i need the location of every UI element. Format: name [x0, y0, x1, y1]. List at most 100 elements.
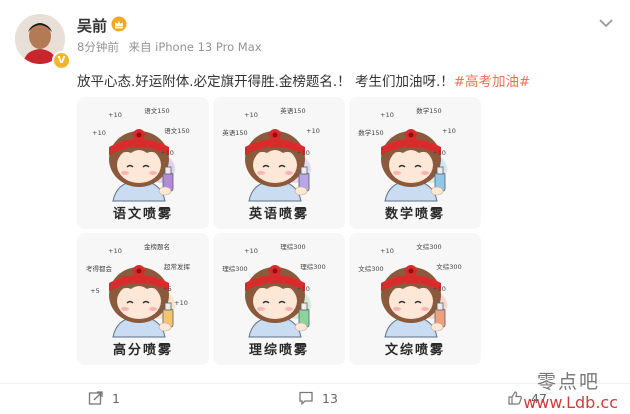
image-tile-chinese[interactable]: +10 语文150 +10 语文150 +10 语文喷雾	[77, 97, 209, 229]
member-crown-icon[interactable]	[111, 16, 127, 32]
note-text: 语文150	[164, 126, 189, 135]
headband-knot-center	[272, 132, 278, 138]
headband-knot-center	[136, 268, 142, 274]
blush	[149, 307, 157, 311]
author-name[interactable]: 吴前	[77, 15, 107, 36]
note-text: +10	[108, 111, 122, 119]
image-label: 文综喷雾	[384, 343, 445, 358]
chevron-down-icon[interactable]	[596, 13, 616, 33]
blush	[285, 171, 293, 175]
note-text: 文综300	[358, 264, 383, 273]
blush	[285, 307, 293, 311]
note-text: 考得都会	[86, 264, 113, 273]
share-button[interactable]: 1	[88, 390, 120, 406]
face	[117, 147, 161, 183]
blush	[421, 307, 429, 311]
image-tile-high-score[interactable]: +10 金榜题名 考得都会 超常发挥 +5 +5 +10 高分喷雾	[77, 233, 209, 365]
note-text: 语文150	[144, 106, 169, 115]
spray-nozzle	[164, 302, 172, 311]
note-text: 英语150	[222, 128, 247, 137]
headband-knot-center	[272, 268, 278, 274]
blush	[121, 307, 129, 311]
note-text: +10	[380, 247, 394, 255]
image-label: 理综喷雾	[248, 343, 309, 358]
note-text: 理综300	[222, 264, 247, 273]
spray-nozzle	[300, 302, 308, 311]
note-text: +10	[174, 299, 188, 307]
blush	[121, 171, 129, 175]
note-text: +10	[380, 111, 394, 119]
image-tile-science[interactable]: +10 理综300 理综300 理综300 +10 理综喷雾	[213, 233, 345, 365]
share-icon	[88, 391, 103, 405]
note-text: 数学150	[358, 128, 383, 137]
face	[253, 147, 297, 183]
image-tile-liberal-arts[interactable]: +10 文综300 文综300 文综300 +10 文综喷雾	[349, 233, 481, 365]
blush	[421, 171, 429, 175]
hand	[294, 186, 308, 196]
note-text: +10	[432, 285, 446, 293]
comment-icon	[299, 391, 313, 406]
comment-button[interactable]: 13	[298, 390, 338, 406]
headband-knot-center	[408, 132, 414, 138]
spray-nozzle	[436, 302, 444, 311]
post-meta: 8分钟前 来自 iPhone 13 Pro Max	[77, 39, 268, 55]
note-text: 金榜题名	[144, 242, 170, 251]
note-text: +10	[108, 247, 122, 255]
note-text: +10	[92, 129, 106, 137]
post-time[interactable]: 8分钟前	[77, 40, 119, 54]
face	[117, 283, 161, 319]
post-content: 放平心态.好运附体.必定旗开得胜.金榜题名.！ 考生们加油呀.！#高考加油#	[77, 70, 617, 90]
note-text: 英语150	[280, 106, 305, 115]
thumbs-up-icon	[508, 391, 522, 405]
hand	[294, 322, 308, 332]
watermark-url: www.Ldb.cc	[523, 393, 618, 412]
note-text: 文综300	[436, 262, 461, 271]
face	[389, 147, 433, 183]
post-source: 来自 iPhone 13 Pro Max	[128, 40, 262, 54]
note-text: +10	[432, 149, 446, 157]
spray-nozzle	[436, 166, 444, 175]
image-label: 语文喷雾	[112, 207, 173, 222]
note-text: +10	[296, 285, 310, 293]
hand	[158, 186, 172, 196]
note-text: +10	[244, 111, 258, 119]
note-text: +10	[306, 127, 320, 135]
image-label: 数学喷雾	[384, 207, 445, 222]
blush	[257, 171, 265, 175]
hand	[430, 322, 444, 332]
blush	[393, 307, 401, 311]
headband-knot-center	[408, 268, 414, 274]
image-label: 高分喷雾	[112, 343, 173, 358]
note-text: 理综300	[280, 242, 305, 251]
headband-knot-center	[136, 132, 142, 138]
comment-count: 13	[322, 390, 338, 406]
note-text: +10	[442, 127, 456, 135]
spray-nozzle	[164, 166, 172, 175]
image-label: 英语喷雾	[248, 207, 309, 222]
post-text: 放平心态.好运附体.必定旗开得胜.金榜题名.！ 考生们加油呀.！	[77, 74, 454, 90]
note-text: 数学150	[416, 106, 441, 115]
verified-badge-icon: V	[52, 51, 71, 70]
note-text: 超常发挥	[164, 262, 191, 271]
image-tile-math[interactable]: +10 数学150 数学150 +10 +10 数学喷雾	[349, 97, 481, 229]
note-text: +10	[296, 149, 310, 157]
image-tile-english[interactable]: +10 英语150 英语150 +10 +10 英语喷雾	[213, 97, 345, 229]
note-text: +5	[162, 285, 172, 293]
hashtag-link[interactable]: #高考加油#	[454, 74, 531, 90]
hand	[430, 186, 444, 196]
note-text: 文综300	[416, 242, 441, 251]
note-text: +5	[90, 287, 100, 295]
hand	[158, 322, 172, 332]
note-text: +10	[244, 247, 258, 255]
spray-nozzle	[300, 166, 308, 175]
face	[253, 283, 297, 319]
note-text: 理综300	[300, 262, 325, 271]
blush	[149, 171, 157, 175]
note-text: +10	[160, 149, 174, 157]
face	[389, 283, 433, 319]
blush	[393, 171, 401, 175]
weibo-post: V 吴前 8分钟前 来自 iPhone 13 Pro Max 放平心态.好运附体…	[0, 0, 630, 413]
blush	[257, 307, 265, 311]
watermark-logo: 零点吧	[536, 371, 600, 393]
share-count: 1	[112, 390, 120, 406]
